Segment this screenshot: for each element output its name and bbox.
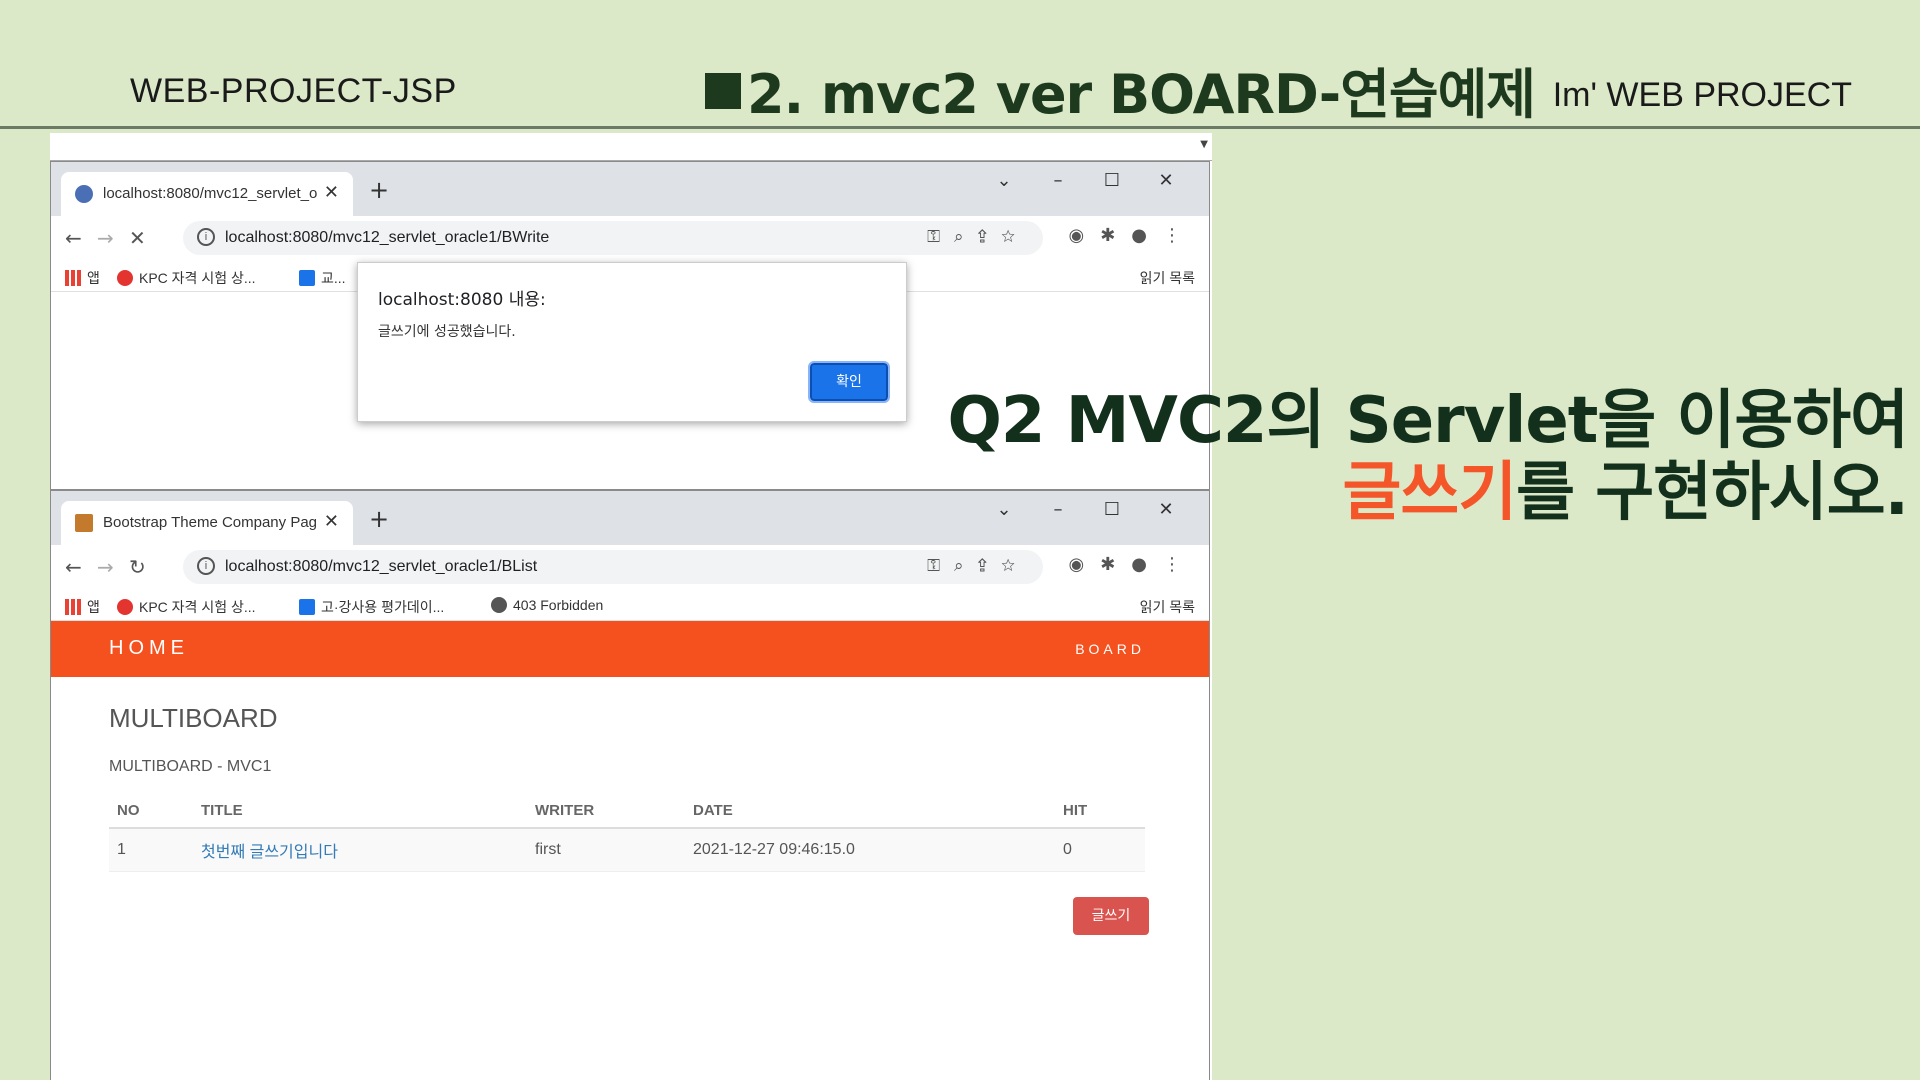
forward-icon[interactable]: → [97,226,114,250]
question-rest: 를 구현하시오. [1516,456,1909,530]
url-bar[interactable]: i localhost:8080/mvc12_servlet_oracle1/B… [183,221,1043,255]
forward-icon[interactable]: → [97,555,114,579]
col-hit: HIT [1055,794,1145,829]
bookmark-kpc[interactable]: KPC 자격 시험 상... [117,268,256,288]
bookmark-kpc[interactable]: KPC 자격 시험 상... [117,597,256,617]
tab-search-icon[interactable]: ⌄ [977,170,1031,191]
info-icon[interactable]: i [197,557,215,575]
question-line1: Q2 MVC2의 Servlet을 이용하여 [947,384,1909,458]
bookmark-403[interactable]: 403 Forbidden [491,597,603,613]
page-title: MULTIBOARD [109,703,278,733]
col-writer: WRITER [527,794,685,829]
cell-writer: first [527,828,685,872]
omnibox-icons[interactable]: ⚿⌕⇪☆ [927,556,1029,576]
board-content: MULTIBOARD MULTIBOARD - MVC1 NO TITLE WR… [109,677,1149,935]
back-icon[interactable]: ← [65,226,82,250]
dropdown-arrow-icon[interactable]: ▼ [1200,139,1208,150]
write-button[interactable]: 글쓰기 [1073,897,1149,935]
tab-title: Bootstrap Theme Company Pag [103,514,318,531]
tab-close-icon[interactable]: ✕ [324,182,339,203]
new-tab-icon[interactable]: + [369,176,389,204]
dialog-title: localhost:8080 내용: [378,290,546,310]
question-line2: 글쓰기를 구현하시오. [948,457,1909,529]
title-square-icon [705,73,741,109]
question-text: Q2 MVC2의 Servlet을 이용하여 글쓰기를 구현하시오. [948,385,1909,529]
bootstrap-favicon-icon [75,514,93,532]
question-accent: 글쓰기 [1342,456,1517,530]
kpc-icon [117,599,133,615]
browser-window-list: Bootstrap Theme Company Pag ✕ + ⌄ – ☐ ✕ ← →… [50,490,1210,1080]
col-no: NO [109,794,193,829]
address-bar-row: ← → ✕ i localhost:8080/mvc12_servlet_ora… [51,216,1209,260]
extension-icons[interactable]: ◉✱●⋮ [1069,225,1198,246]
dialog-message: 글쓰기에 성공했습니다. [378,324,516,340]
bookmarks-bar: 앱 KPC 자격 시험 상... 고·강사용 평가데이... 403 Forbi… [51,589,1209,621]
cell-date: 2021-12-27 09:46:15.0 [685,828,1055,872]
browser-tab[interactable]: Bootstrap Theme Company Pag ✕ [61,501,353,545]
cell-no: 1 [109,828,193,872]
url-bar[interactable]: i localhost:8080/mvc12_servlet_oracle1/B… [183,550,1043,584]
page-subtitle: MULTIBOARD - MVC1 [109,758,272,775]
globe-icon [75,185,93,203]
browser-tab[interactable]: localhost:8080/mvc12_servlet_o ✕ [61,172,353,216]
back-icon[interactable]: ← [65,555,82,579]
url-text: localhost:8080/mvc12_servlet_oracle1/BWr… [225,229,550,246]
dsm-icon [299,599,315,615]
post-title-link[interactable]: 첫번째 글쓰기입니다 [201,844,338,861]
dsm-icon [299,270,315,286]
slide-title: 2. mvc2 ver BOARD-연습예제 [705,50,1536,129]
url-text: localhost:8080/mvc12_servlet_oracle1/BLi… [225,558,538,575]
site-navbar: HOME BOARD [51,621,1209,677]
extension-icons[interactable]: ◉✱●⋮ [1069,554,1198,575]
kpc-icon [117,270,133,286]
nav-home-link[interactable]: HOME [109,637,189,660]
bookmark-apps[interactable]: 앱 [65,268,100,288]
reload-icon[interactable]: ↻ [129,555,146,579]
board-table: NO TITLE WRITER DATE HIT 1 첫번째 글쓰기입니다 fi… [109,794,1145,872]
tab-bar: localhost:8080/mvc12_servlet_o ✕ + ⌄ – ☐ ✕ [51,162,1209,216]
slide-right-label: Im' WEB PROJECT [1552,76,1852,114]
table-header-row: NO TITLE WRITER DATE HIT [109,794,1145,829]
cell-title: 첫번째 글쓰기입니다 [193,828,527,872]
maximize-icon[interactable]: ☐ [1085,170,1139,191]
reading-list[interactable]: 읽기 목록 [1140,268,1195,288]
globe-icon [491,597,507,613]
bookmark-dsm[interactable]: 고·강사용 평가데이... [299,597,444,617]
address-bar-row: ← → ↻ i localhost:8080/mvc12_servlet_ora… [51,545,1209,589]
minimize-icon[interactable]: – [1031,170,1085,191]
info-icon[interactable]: i [197,228,215,246]
tab-close-icon[interactable]: ✕ [324,511,339,532]
col-date: DATE [685,794,1055,829]
apps-icon [65,599,81,615]
top-strip: ▼ [50,133,1212,161]
cell-hit: 0 [1055,828,1145,872]
slide-left-label: WEB-PROJECT-JSP [130,72,457,110]
ok-button[interactable]: 확인 [808,361,890,403]
close-window-icon[interactable]: ✕ [1139,170,1193,191]
tab-title: localhost:8080/mvc12_servlet_o [103,185,318,202]
slide-title-text: 2. mvc2 ver BOARD-연습예제 [747,63,1536,126]
col-title: TITLE [193,794,527,829]
nav-board-link[interactable]: BOARD [1075,641,1145,657]
omnibox-icons[interactable]: ⚿⌕⇪☆ [927,227,1029,247]
window-controls: ⌄ – ☐ ✕ [977,170,1193,191]
alert-dialog: localhost:8080 내용: 글쓰기에 성공했습니다. 확인 [357,262,907,422]
bookmark-dsm[interactable]: 교... [299,268,346,288]
header-divider [0,126,1920,129]
stop-icon[interactable]: ✕ [129,226,146,250]
reading-list[interactable]: 읽기 목록 [1140,597,1195,617]
table-row: 1 첫번째 글쓰기입니다 first 2021-12-27 09:46:15.0… [109,828,1145,872]
new-tab-icon[interactable]: + [369,505,389,533]
screenshot-panel: ▼ localhost:8080/mvc12_servlet_o ✕ + ⌄ – ☐… [50,133,1212,1080]
apps-icon [65,270,81,286]
bookmark-apps[interactable]: 앱 [65,597,100,617]
